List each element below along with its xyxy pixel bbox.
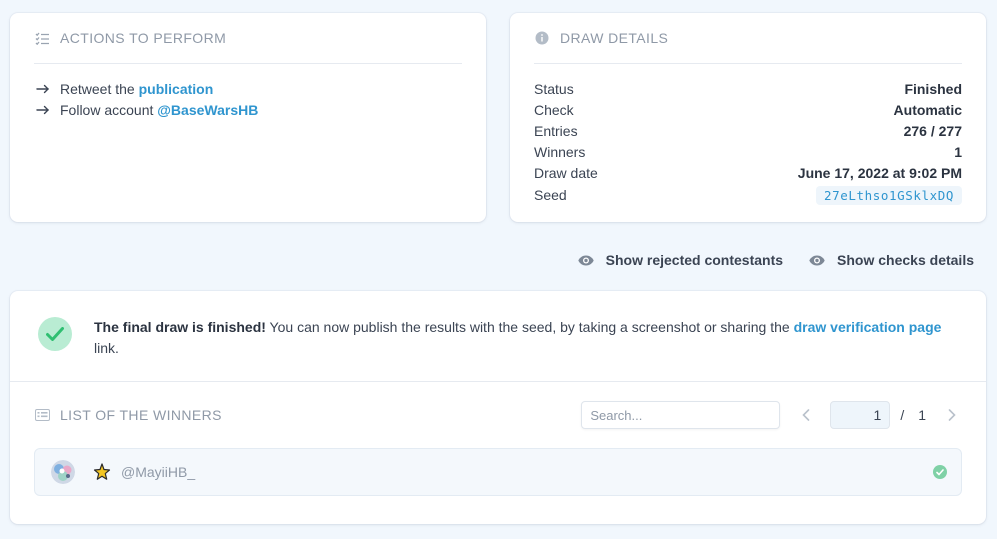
page-total: 1 — [918, 407, 926, 423]
detail-key: Entries — [534, 122, 578, 139]
next-page-button[interactable] — [942, 405, 962, 425]
list-icon — [34, 407, 50, 423]
notice-text: The final draw is finished! You can now … — [94, 317, 958, 359]
actions-card: ACTIONS TO PERFORM Retweet the publicati… — [10, 13, 486, 222]
actions-title: ACTIONS TO PERFORM — [60, 30, 227, 46]
detail-row-winners: Winners 1 — [534, 141, 962, 162]
account-link[interactable]: @BaseWarsHB — [157, 102, 258, 118]
show-rejected-toggle[interactable]: Show rejected contestants — [577, 252, 784, 268]
detail-row-entries: Entries 276 / 277 — [534, 120, 962, 141]
final-draw-notice: The final draw is finished! You can now … — [10, 291, 986, 382]
detail-key: Winners — [534, 143, 586, 160]
notice-body: You can now publish the results with the… — [265, 319, 794, 335]
action-text: Follow account — [60, 101, 158, 118]
arrow-right-icon — [36, 105, 50, 115]
pagination: / 1 — [796, 401, 962, 429]
winner-handle: @MayiiHB_ — [121, 464, 196, 480]
detail-key: Draw date — [534, 164, 598, 181]
check-circle-icon — [38, 317, 72, 351]
action-item-follow: Follow account @BaseWarsHB — [36, 99, 460, 120]
detail-row-seed: Seed 27eLthso1GSklxDQ — [534, 183, 962, 207]
draw-details-header: DRAW DETAILS — [534, 13, 962, 64]
detail-key: Check — [534, 101, 574, 118]
detail-value: 276 / 277 — [903, 122, 962, 139]
notice-bold: The final draw is finished! — [94, 319, 266, 335]
draw-verification-link[interactable]: draw verification page — [794, 319, 942, 335]
actions-header: ACTIONS TO PERFORM — [34, 13, 462, 64]
arrow-right-icon — [36, 84, 50, 94]
winners-header: LIST OF THE WINNERS / 1 — [10, 382, 986, 448]
detail-row-status: Status Finished — [534, 78, 962, 99]
detail-value: Finished — [904, 80, 962, 97]
show-checks-label: Show checks details — [837, 252, 974, 268]
publication-link[interactable]: publication — [139, 81, 214, 97]
detail-key: Seed — [534, 187, 567, 203]
show-checks-toggle[interactable]: Show checks details — [809, 252, 974, 268]
info-icon — [534, 30, 550, 46]
notice-suffix: link. — [94, 340, 119, 356]
detail-row-check: Check Automatic — [534, 99, 962, 120]
detail-value: Automatic — [893, 101, 962, 118]
check-icon — [933, 465, 947, 479]
draw-details-card: DRAW DETAILS Status Finished Check Autom… — [510, 13, 986, 222]
sparkle-star-icon — [93, 463, 111, 481]
eye-icon — [809, 252, 825, 268]
seed-value: 27eLthso1GSklxDQ — [815, 185, 962, 205]
results-card: The final draw is finished! You can now … — [10, 291, 986, 524]
action-item-retweet: Retweet the publication — [36, 78, 460, 99]
winners-title: LIST OF THE WINNERS — [60, 407, 222, 423]
detail-value: 1 — [954, 143, 962, 160]
eye-icon — [577, 252, 594, 268]
show-rejected-label: Show rejected contestants — [605, 252, 784, 268]
detail-key: Status — [534, 80, 574, 97]
winners-title-group: LIST OF THE WINNERS — [34, 407, 222, 423]
draw-details-title: DRAW DETAILS — [560, 30, 669, 46]
checklist-icon — [34, 30, 50, 46]
actions-list: Retweet the publication Follow account @… — [10, 64, 486, 120]
winner-row[interactable]: @MayiiHB_ — [34, 448, 962, 496]
draw-details-list: Status Finished Check Automatic Entries … — [510, 64, 986, 207]
search-input[interactable] — [581, 401, 781, 429]
prev-page-button[interactable] — [796, 405, 816, 425]
page-separator: / — [900, 407, 905, 423]
avatar — [51, 460, 75, 484]
view-toggles: Show rejected contestants Show checks de… — [577, 252, 974, 268]
detail-value: June 17, 2022 at 9:02 PM — [797, 164, 962, 181]
page-number-input[interactable] — [830, 401, 891, 429]
action-text: Retweet the — [60, 80, 139, 97]
detail-row-draw-date: Draw date June 17, 2022 at 9:02 PM — [534, 162, 962, 183]
